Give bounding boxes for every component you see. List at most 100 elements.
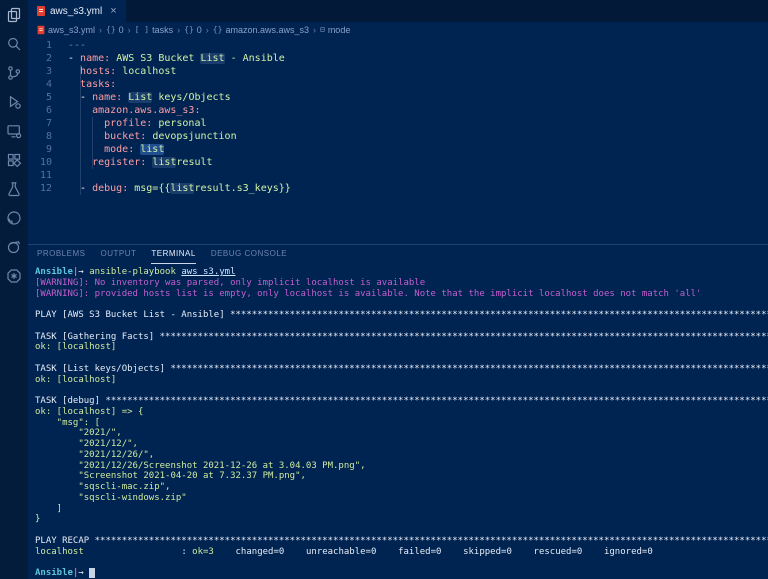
breadcrumb-label: mode	[328, 25, 351, 35]
terminal-line: "Screenshot 2021-04-20 at 7.32.37 PM.png…	[35, 471, 768, 482]
yaml-file-icon	[38, 25, 45, 34]
breadcrumb-item[interactable]: [ ]tasks	[135, 25, 173, 35]
vscode-window: aws_s3.yml × aws_s3.yml›{}0›[ ]tasks›{}0…	[0, 0, 768, 579]
terminal-line: TASK [Gathering Facts] *****************…	[35, 332, 768, 343]
terminal-line: TASK [debug] ***************************…	[35, 396, 768, 407]
code-line: 6 amazon.aws.aws_s3:	[28, 104, 768, 117]
extension-octagon-icon[interactable]	[6, 267, 23, 284]
terminal-line: [WARNING]: provided hosts list is empty,…	[35, 289, 768, 300]
line-number: 2	[28, 52, 52, 65]
breadcrumb-separator-icon: ›	[206, 25, 209, 35]
code-line: 10 register: listresult	[28, 156, 768, 169]
line-number: 4	[28, 78, 52, 91]
field-symbol-icon: ⊟	[320, 25, 325, 34]
braces-symbol-icon: {}	[106, 25, 116, 34]
line-number: 1	[28, 39, 52, 52]
terminal-line: "2021/12/26/",	[35, 450, 768, 461]
breadcrumb: aws_s3.yml›{}0›[ ]tasks›{}0›{}amazon.aws…	[28, 22, 768, 37]
breadcrumb-label: 0	[119, 25, 124, 35]
line-number: 12	[28, 182, 52, 195]
breadcrumb-label: 0	[197, 25, 202, 35]
extensions-icon[interactable]	[6, 151, 23, 168]
code-line: 4 tasks:	[28, 78, 768, 91]
code-line: 1---	[28, 39, 768, 52]
close-icon[interactable]: ×	[110, 6, 116, 17]
panel-tab-debug-console[interactable]: DEBUG CONSOLE	[211, 245, 287, 264]
terminal-line: Ansible|→	[35, 568, 768, 579]
code-line: 11	[28, 169, 768, 182]
line-number: 8	[28, 130, 52, 143]
breadcrumb-item[interactable]: {}0	[184, 25, 202, 35]
line-number: 5	[28, 91, 52, 104]
remote-explorer-icon[interactable]	[6, 122, 23, 139]
code-line: 2- name: AWS S3 Bucket List - Ansible	[28, 52, 768, 65]
breadcrumb-item[interactable]: ⊟mode	[320, 25, 350, 35]
terminal-line: ]	[35, 504, 768, 515]
terminal-line: "2021/",	[35, 428, 768, 439]
code-line: 8 bucket: devopsjunction	[28, 130, 768, 143]
terminal-line	[35, 321, 768, 332]
panel-tab-bar: PROBLEMS OUTPUT TERMINAL DEBUG CONSOLE	[28, 245, 768, 264]
terminal-line: "sqscli-mac.zip",	[35, 482, 768, 493]
terminal-line: Ansible|→ ansible-playbook aws_s3.yml	[35, 267, 768, 278]
main-column: aws_s3.yml × aws_s3.yml›{}0›[ ]tasks›{}0…	[28, 0, 768, 579]
terminal-line	[35, 385, 768, 396]
terminal-line: PLAY [AWS S3 Bucket List - Ansible] ****…	[35, 310, 768, 321]
breadcrumb-label: aws_s3.yml	[48, 25, 95, 35]
terminal-line: localhost : ok=3 changed=0 unreachable=0…	[35, 547, 768, 558]
breadcrumb-label: amazon.aws.aws_s3	[225, 25, 309, 35]
panel-tab-output[interactable]: OUTPUT	[100, 245, 136, 264]
search-icon[interactable]	[6, 35, 23, 52]
indent-guide	[80, 65, 81, 195]
tab-aws-s3-yml[interactable]: aws_s3.yml ×	[28, 0, 126, 22]
indent-guide	[92, 117, 93, 169]
code-line: 7 profile: personal	[28, 117, 768, 130]
terminal-line: "2021/12/26/Screenshot 2021-12-26 at 3.0…	[35, 461, 768, 472]
breadcrumb-item[interactable]: aws_s3.yml	[37, 25, 95, 35]
terminal-line: "2021/12/",	[35, 439, 768, 450]
editor-tab-bar: aws_s3.yml ×	[28, 0, 768, 22]
breadcrumb-label: tasks	[152, 25, 173, 35]
code-line: 9 mode: list	[28, 143, 768, 156]
tab-label: aws_s3.yml	[50, 6, 102, 17]
explorer-icon[interactable]	[6, 6, 23, 23]
breadcrumb-separator-icon: ›	[313, 25, 316, 35]
github-icon[interactable]	[6, 209, 23, 226]
line-number: 3	[28, 65, 52, 78]
bottom-panel: PROBLEMS OUTPUT TERMINAL DEBUG CONSOLE Ansi…	[28, 244, 768, 579]
line-number: 10	[28, 156, 52, 169]
panel-tab-problems[interactable]: PROBLEMS	[37, 245, 85, 264]
code-editor[interactable]: 1---2- name: AWS S3 Bucket List - Ansibl…	[28, 37, 768, 244]
brackets-symbol-icon: [ ]	[135, 25, 149, 34]
extension-hat-icon[interactable]	[6, 238, 23, 255]
line-number: 7	[28, 117, 52, 130]
breadcrumb-item[interactable]: {}0	[106, 25, 124, 35]
terminal-line: PLAY RECAP *****************************…	[35, 536, 768, 547]
braces-symbol-icon: {}	[184, 25, 194, 34]
terminal-line: "msg": [	[35, 418, 768, 429]
testing-icon[interactable]	[6, 180, 23, 197]
code-line: 12 - debug: msg={{listresult.s3_keys}}	[28, 182, 768, 195]
code-line: 5 - name: List keys/Objects	[28, 91, 768, 104]
source-control-icon[interactable]	[6, 64, 23, 81]
braces-symbol-icon: {}	[213, 25, 223, 34]
activity-bar	[0, 0, 28, 579]
line-number: 6	[28, 104, 52, 117]
terminal-line	[35, 557, 768, 568]
line-number: 11	[28, 169, 52, 182]
breadcrumb-separator-icon: ›	[128, 25, 131, 35]
terminal-line: [WARNING]: No inventory was parsed, only…	[35, 278, 768, 289]
terminal-line: ok: [localhost] => {	[35, 407, 768, 418]
terminal-line	[35, 525, 768, 536]
run-and-debug-icon[interactable]	[6, 93, 23, 110]
terminal-output[interactable]: Ansible|→ ansible-playbook aws_s3.yml[WA…	[28, 264, 768, 579]
terminal-line: ok: [localhost]	[35, 342, 768, 353]
terminal-line	[35, 353, 768, 364]
terminal-line	[35, 299, 768, 310]
breadcrumb-item[interactable]: {}amazon.aws.aws_s3	[213, 25, 309, 35]
yaml-file-icon	[37, 6, 45, 16]
panel-tab-terminal[interactable]: TERMINAL	[151, 245, 195, 264]
code-line: 3 hosts: localhost	[28, 65, 768, 78]
terminal-line: }	[35, 514, 768, 525]
breadcrumb-separator-icon: ›	[177, 25, 180, 35]
